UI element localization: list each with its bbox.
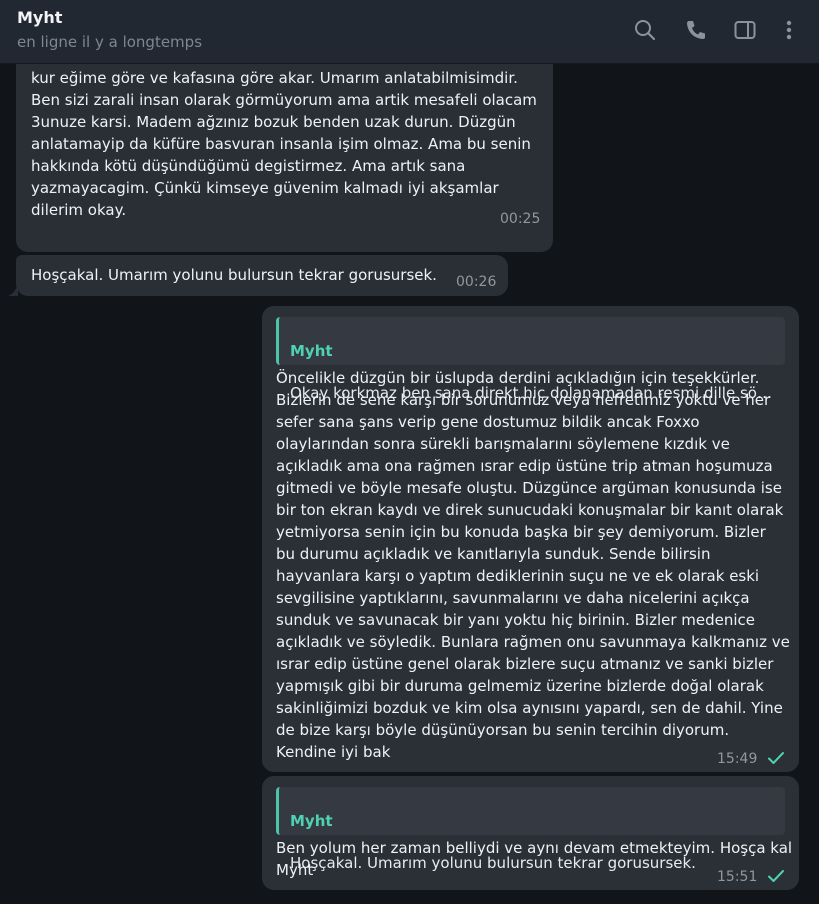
message-time: 00:25 — [500, 211, 541, 227]
reply-quote[interactable]: Myht Hoşçakal. Umarım yolunu bulursun te… — [276, 787, 785, 872]
message-time: 15:49 — [717, 751, 758, 767]
message-bubble-outgoing[interactable]: Myht Okay korkmaz ben sana direkt hiç do… — [262, 306, 799, 772]
message-list[interactable]: gözümde. Hayat sizin sözünüzü bakmaz. Su… — [0, 64, 819, 904]
message-text: gözümde. Hayat sizin sözünüzü bakmaz. Su… — [31, 64, 538, 219]
phone-icon[interactable] — [684, 18, 708, 42]
reply-author: Myht — [290, 812, 333, 830]
chat-status: en ligne il y a longtemps — [17, 33, 203, 51]
read-check-icon — [768, 870, 784, 882]
reply-author: Myht — [290, 342, 333, 360]
message-time: 15:51 — [717, 869, 758, 885]
search-icon[interactable] — [633, 18, 657, 42]
read-check-icon — [768, 752, 784, 764]
chat-header: Myht en ligne il y a longtemps — [0, 0, 819, 64]
message-time: 00:26 — [456, 274, 497, 290]
bubble-tail — [8, 284, 18, 296]
chat-title[interactable]: Myht — [17, 8, 62, 27]
reply-quote[interactable]: Myht Okay korkmaz ben sana direkt hiç do… — [276, 317, 785, 402]
message-text: Öncelikle düzgün bir üslupda derdini açı… — [276, 369, 790, 761]
message-bubble-outgoing[interactable]: Myht Hoşçakal. Umarım yolunu bulursun te… — [262, 776, 799, 890]
message-bubble-incoming[interactable]: Hoşçakal. Umarım yolunu bulursun tekrar … — [16, 255, 508, 296]
message-text: Hoşçakal. Umarım yolunu bulursun tekrar … — [31, 266, 437, 284]
sidebar-icon[interactable] — [733, 18, 757, 42]
more-icon[interactable] — [777, 18, 801, 42]
message-bubble-incoming[interactable]: gözümde. Hayat sizin sözünüzü bakmaz. Su… — [16, 64, 553, 252]
